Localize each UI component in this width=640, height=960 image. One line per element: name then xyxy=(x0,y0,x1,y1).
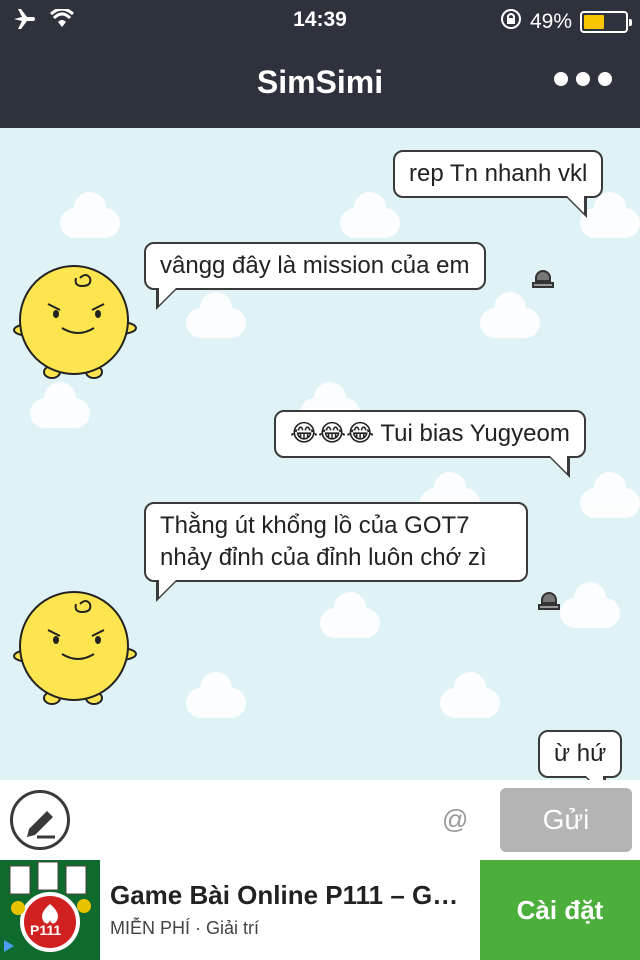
ad-banner[interactable]: P111 Game Bài Online P111 – Game Bài Onl… xyxy=(0,860,640,960)
battery-percent: 49% xyxy=(529,10,572,33)
battery-fill xyxy=(584,15,604,29)
mention-button[interactable]: @ xyxy=(442,804,468,835)
ad-title[interactable]: Game Bài Online P111 – Game Bài Online xyxy=(110,880,470,911)
cloud-decoration xyxy=(340,192,400,238)
chat-area[interactable]: rep Tn nhanh vkl vângg đây là mission củ… xyxy=(0,128,640,780)
ad-subtitle: MIỄN PHÍ · Giải trí xyxy=(110,918,260,938)
battery-icon xyxy=(580,11,632,33)
message-text: 😂😂😂 Tui bias Yugyeom xyxy=(290,420,570,447)
install-button[interactable]: Cài đặt xyxy=(480,860,640,960)
message-text: ừ hứ xyxy=(554,740,607,767)
simsimi-avatar[interactable] xyxy=(8,586,140,706)
status-bar: 14:39 49% xyxy=(0,0,640,40)
cloud-decoration xyxy=(30,382,90,428)
cloud-decoration xyxy=(186,292,246,338)
user-message-bubble[interactable]: rep Tn nhanh vkl xyxy=(393,150,604,218)
report-icon[interactable] xyxy=(532,270,554,290)
input-bar: @ Gửi xyxy=(0,780,640,860)
cloud-decoration xyxy=(480,292,540,338)
cloud-decoration xyxy=(580,472,640,518)
page-title: SimSimi xyxy=(256,64,384,100)
user-message-bubble[interactable]: 😂😂😂 Tui bias Yugyeom xyxy=(274,410,586,478)
cloud-decoration xyxy=(560,582,620,628)
bot-message-bubble[interactable]: vângg đây là mission của em xyxy=(144,242,486,310)
cloud-decoration xyxy=(440,672,500,718)
report-icon[interactable] xyxy=(538,592,560,612)
cloud-decoration xyxy=(60,192,120,238)
nav-bar: SimSimi xyxy=(0,40,640,128)
pencil-icon[interactable] xyxy=(10,790,70,850)
user-message-bubble[interactable]: ừ hứ xyxy=(538,730,623,780)
cloud-decoration xyxy=(186,672,246,718)
cloud-decoration xyxy=(580,192,640,238)
send-button[interactable]: Gửi xyxy=(500,788,632,852)
ad-thumbnail[interactable]: P111 xyxy=(0,860,100,960)
simsimi-avatar[interactable] xyxy=(8,260,140,380)
more-icon[interactable] xyxy=(554,72,612,86)
message-text: Thằng út khổng lồ của GOT7 nhảy đỉnh của… xyxy=(160,512,487,571)
message-text: vângg đây là mission của em xyxy=(160,252,470,279)
message-text: rep Tn nhanh vkl xyxy=(409,160,588,187)
rotation-lock-icon xyxy=(500,8,522,36)
cloud-decoration xyxy=(320,592,380,638)
bot-message-bubble[interactable]: Thằng út khổng lồ của GOT7 nhảy đỉnh của… xyxy=(144,502,528,602)
ad-thumb-text: P111 xyxy=(30,922,62,938)
